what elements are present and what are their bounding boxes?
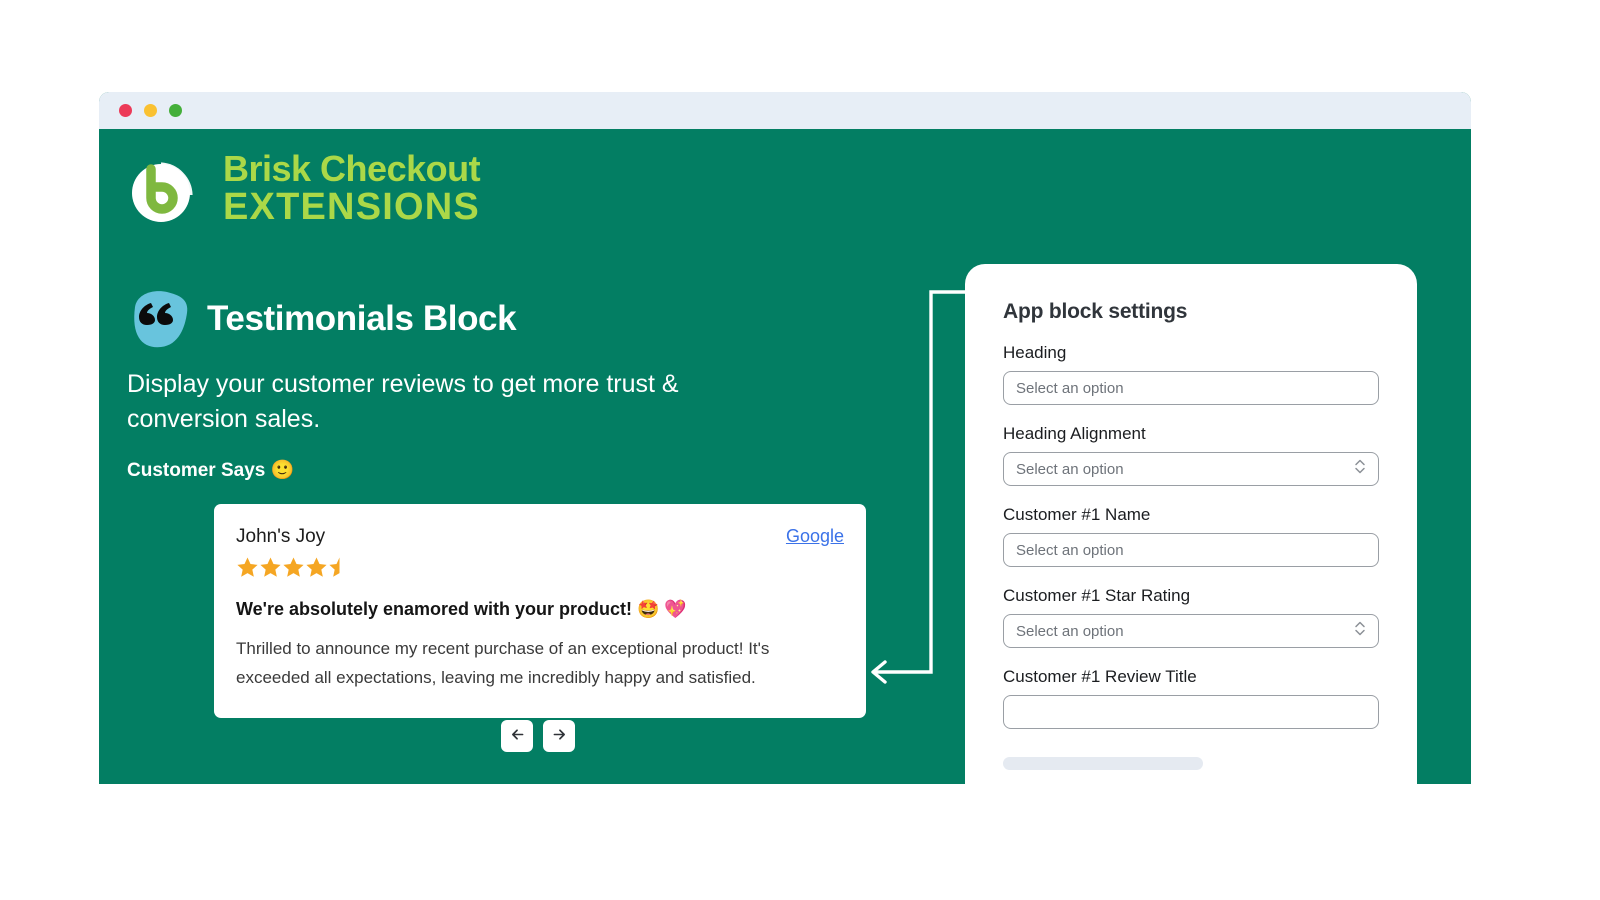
- chevron-up-down-icon: [1354, 619, 1366, 644]
- field-select[interactable]: Select an option: [1003, 614, 1379, 648]
- field-input[interactable]: Select an option: [1003, 371, 1379, 405]
- settings-field: Customer #1 Review Title: [1003, 667, 1379, 729]
- browser-window: Brisk Checkout EXTENSIONS Testimonials B…: [99, 92, 1471, 784]
- star-icon: [237, 557, 258, 577]
- brand-line-1: Brisk Checkout: [223, 148, 481, 190]
- testimonial-card: John's Joy Google We're absolutely enamo…: [214, 504, 866, 719]
- hero-heading-row: Testimonials Block: [127, 287, 817, 351]
- field-input[interactable]: Select an option: [1003, 533, 1379, 567]
- field-label: Heading: [1003, 343, 1067, 362]
- field-value-text: Select an option: [1016, 622, 1124, 640]
- star-icon: [329, 557, 350, 577]
- settings-field: Heading Select an option: [1003, 343, 1379, 405]
- settings-field: Customer #1 Star Rating Select an option: [1003, 586, 1379, 648]
- field-label: Customer #1 Name: [1003, 505, 1151, 524]
- app-block-settings-panel: App block settings Heading Select an opti…: [965, 264, 1417, 784]
- quote-marks-icon: [127, 287, 191, 351]
- customer-says-label: Customer Says 🙂: [127, 460, 295, 481]
- brand-line-2: EXTENSIONS: [223, 185, 480, 228]
- brand-lockup: Brisk Checkout EXTENSIONS: [127, 148, 481, 228]
- field-label: Heading Alignment: [1003, 424, 1146, 443]
- review-source-link[interactable]: Google: [786, 526, 844, 547]
- settings-field-list: Heading Select an option Heading Alignment…: [1003, 343, 1379, 729]
- close-window-dot[interactable]: [119, 104, 132, 117]
- testimonial-card-header: John's Joy Google: [236, 526, 844, 548]
- arrow-right-icon: [551, 726, 568, 746]
- field-select[interactable]: Select an option: [1003, 452, 1379, 486]
- chevron-up-down-icon: [1354, 457, 1366, 482]
- hero-subtitle: Display your customer reviews to get mor…: [127, 370, 679, 433]
- reviewer-name: John's Joy: [236, 526, 326, 547]
- carousel-prev-button[interactable]: [501, 720, 533, 752]
- review-body: Thrilled to announce my recent purchase …: [236, 639, 770, 688]
- field-value-text: Select an option: [1016, 541, 1124, 559]
- field-label: Customer #1 Review Title: [1003, 667, 1197, 686]
- star-icon: [260, 557, 281, 577]
- hero-section: Testimonials Block Display your customer…: [127, 287, 817, 482]
- brand-wordmark: Brisk Checkout EXTENSIONS: [223, 148, 481, 228]
- star-icon: [306, 557, 327, 577]
- promo-stage: Brisk Checkout EXTENSIONS Testimonials B…: [99, 129, 1471, 784]
- page-title: Testimonials Block: [207, 299, 517, 338]
- brisk-b-logo-icon: [127, 151, 203, 227]
- window-titlebar: [99, 92, 1471, 129]
- maximize-window-dot[interactable]: [169, 104, 182, 117]
- settings-field: Heading Alignment Select an option: [1003, 424, 1379, 486]
- settings-panel-title: App block settings: [1003, 300, 1188, 323]
- star-rating: [236, 556, 844, 579]
- carousel-next-button[interactable]: [543, 720, 575, 752]
- arrow-left-icon: [509, 726, 526, 746]
- field-label: Customer #1 Star Rating: [1003, 586, 1191, 605]
- field-value-text: Select an option: [1016, 379, 1124, 397]
- carousel-navigation: [501, 720, 575, 752]
- review-title: We're absolutely enamored with your prod…: [236, 599, 687, 619]
- settings-field: Customer #1 Name Select an option: [1003, 505, 1379, 567]
- minimize-window-dot[interactable]: [144, 104, 157, 117]
- star-icon: [283, 557, 304, 577]
- field-input[interactable]: [1003, 695, 1379, 729]
- loading-skeleton-bar: [1003, 757, 1203, 770]
- field-value-text: Select an option: [1016, 460, 1124, 478]
